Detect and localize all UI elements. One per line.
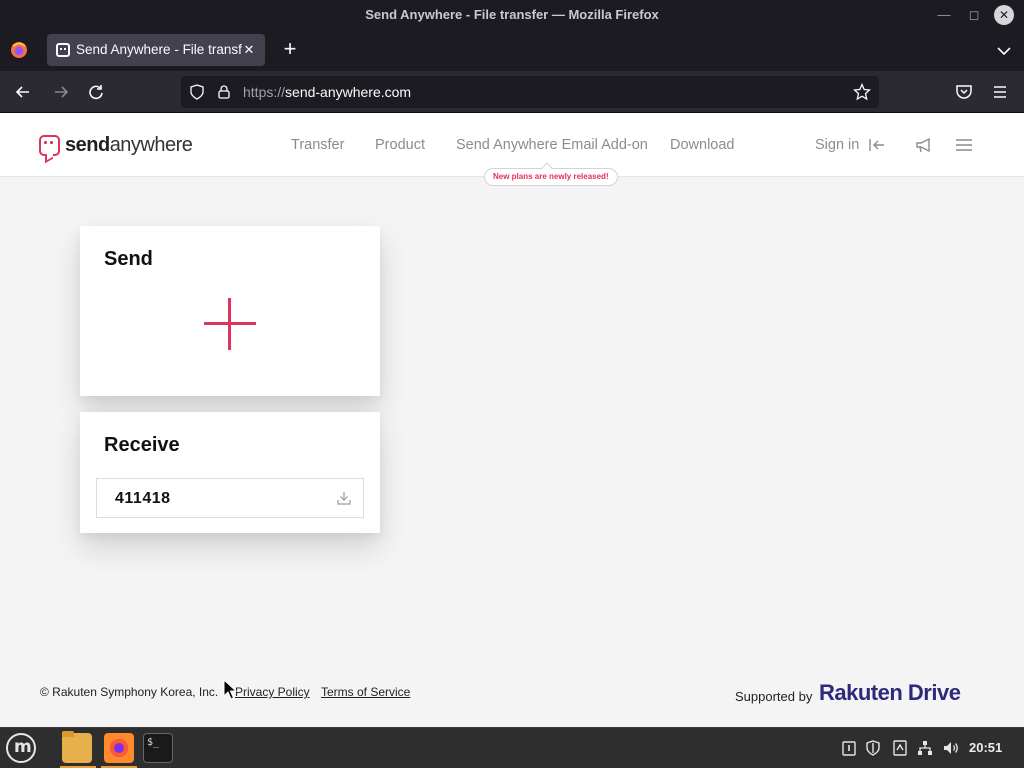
update-manager-tray-icon[interactable]	[892, 740, 908, 756]
send-anywhere-logo[interactable]: sendanywhere	[39, 133, 193, 156]
volume-tray-icon[interactable]	[943, 740, 959, 756]
navigation-toolbar: https://send-anywhere.com	[0, 71, 1024, 113]
clock[interactable]: 20:51	[969, 740, 1002, 755]
linux-mint-menu-icon[interactable]	[6, 733, 36, 763]
tracking-protection-shield-icon[interactable]	[189, 84, 205, 100]
nav-product[interactable]: Product	[375, 137, 425, 153]
url-host: send-anywhere.com	[285, 84, 412, 100]
nav-email-addon[interactable]: Send Anywhere Email Add-on	[456, 137, 648, 153]
nav-transfer[interactable]: Transfer	[291, 137, 344, 153]
site-menu-icon[interactable]	[955, 137, 973, 153]
supported-by-label: Supported by	[735, 689, 813, 704]
maximize-button[interactable]: ◻	[964, 5, 984, 25]
url-scheme: https://	[243, 84, 286, 100]
url-text[interactable]: https://send-anywhere.com	[243, 84, 411, 100]
send-card[interactable]: Send	[80, 226, 380, 396]
send-title: Send	[104, 248, 153, 270]
tab-strip: Send Anywhere - File transfer ✕ +	[0, 29, 1024, 71]
terminal-icon[interactable]: $_	[143, 733, 173, 763]
logo-text: sendanywhere	[65, 133, 193, 156]
clipboard-tray-icon[interactable]	[841, 740, 857, 756]
close-tab-icon[interactable]: ✕	[239, 40, 259, 60]
hamburger-menu-icon[interactable]	[989, 81, 1011, 103]
terms-of-service-link[interactable]: Terms of Service	[321, 685, 410, 699]
minimize-button[interactable]: —	[934, 5, 954, 25]
window-titlebar: Send Anywhere - File transfer — Mozilla …	[0, 0, 1024, 29]
files-folder-icon[interactable]	[62, 731, 92, 763]
firefox-icon[interactable]	[9, 40, 29, 60]
sign-in-icon[interactable]	[868, 137, 886, 153]
back-arrow-icon[interactable]	[12, 81, 34, 103]
send-anywhere-logo-icon	[39, 134, 60, 156]
tab-title: Send Anywhere - File transfer	[76, 42, 242, 57]
web-page: sendanywhere Transfer Product Send Anywh…	[0, 113, 1024, 727]
address-bar[interactable]: https://send-anywhere.com	[181, 76, 879, 108]
shield-tray-icon[interactable]	[865, 740, 881, 756]
receive-card: Receive 411418	[80, 412, 380, 533]
network-tray-icon[interactable]	[917, 740, 933, 756]
receive-key-value: 411418	[115, 490, 171, 507]
download-icon[interactable]	[336, 490, 352, 506]
nav-download[interactable]: Download	[670, 137, 735, 153]
send-anywhere-favicon-icon	[56, 43, 70, 57]
site-info-lock-icon[interactable]	[216, 84, 232, 100]
window-title: Send Anywhere - File transfer — Mozilla …	[365, 7, 659, 22]
new-tab-button[interactable]: +	[279, 38, 301, 61]
bookmark-star-icon[interactable]	[853, 83, 871, 101]
new-plans-badge[interactable]: New plans are newly released!	[484, 168, 618, 186]
rakuten-drive-logo[interactable]: Rakuten Drive	[819, 680, 961, 706]
receive-title: Receive	[104, 434, 180, 456]
close-window-button[interactable]: ✕	[994, 5, 1014, 25]
tab-send-anywhere[interactable]: Send Anywhere - File transfer ✕	[47, 34, 265, 66]
receive-key-input[interactable]: 411418	[96, 478, 364, 518]
firefox-taskbar-icon[interactable]	[104, 733, 134, 763]
site-header: sendanywhere Transfer Product Send Anywh…	[0, 113, 1024, 186]
sign-in-link[interactable]: Sign in	[815, 137, 859, 153]
chevron-down-icon[interactable]	[994, 41, 1014, 61]
megaphone-icon[interactable]	[914, 136, 934, 154]
copyright-text: © Rakuten Symphony Korea, Inc.	[40, 685, 219, 699]
reload-icon[interactable]	[85, 81, 107, 103]
forward-arrow-icon[interactable]	[50, 81, 72, 103]
add-files-plus-icon[interactable]	[204, 298, 256, 350]
pocket-icon[interactable]	[953, 81, 975, 103]
mouse-cursor-icon	[223, 679, 238, 700]
os-taskbar: $_ 20:51	[0, 727, 1024, 768]
privacy-policy-link[interactable]: Privacy Policy	[235, 685, 310, 699]
